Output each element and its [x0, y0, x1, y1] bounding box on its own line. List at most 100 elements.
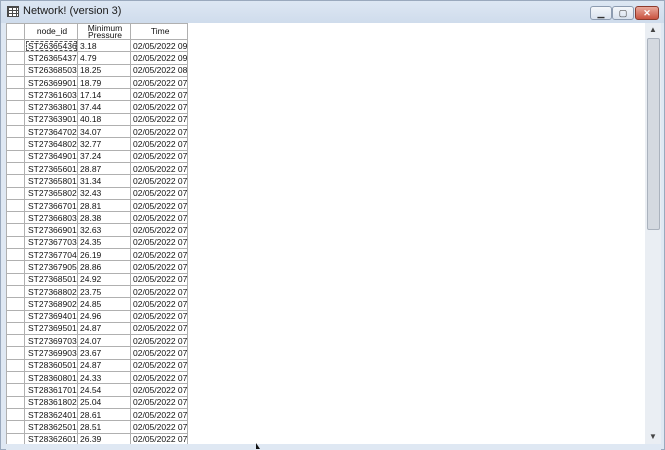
row-selector[interactable] — [6, 88, 25, 102]
close-button[interactable]: ✕ — [635, 6, 659, 20]
row-selector[interactable] — [6, 432, 25, 444]
row-selector[interactable] — [6, 235, 25, 250]
table-row[interactable]: ST28361802 25.04 02/05/2022 07 — [6, 395, 189, 409]
table-row[interactable]: ST28360501 24.87 02/05/2022 07 — [6, 358, 189, 373]
pressure-cell[interactable]: 23.67 — [77, 346, 131, 360]
time-cell[interactable]: 02/05/2022 07 — [129, 420, 189, 434]
time-cell[interactable]: 02/05/2022 07 — [129, 321, 189, 336]
row-selector[interactable] — [6, 223, 25, 237]
table-row[interactable]: ST27368902 24.85 02/05/2022 07 — [6, 297, 189, 311]
time-cell[interactable]: 02/05/2022 07 — [129, 383, 189, 397]
node-id-cell[interactable]: ST27361603 — [24, 88, 78, 102]
pressure-cell[interactable]: 26.39 — [77, 432, 131, 444]
time-cell[interactable]: 02/05/2022 07 — [129, 346, 189, 360]
row-selector[interactable] — [6, 420, 25, 434]
node-id-cell[interactable]: ST27367905 — [24, 260, 78, 274]
row-selector[interactable] — [6, 174, 25, 188]
node-id-cell[interactable]: ST26369901 — [24, 75, 78, 90]
time-cell[interactable]: 02/05/2022 07 — [129, 272, 189, 286]
pressure-cell[interactable]: 24.87 — [77, 358, 131, 373]
table-row[interactable]: ST28360801 24.33 02/05/2022 07 — [6, 371, 189, 385]
row-selector[interactable] — [6, 149, 25, 163]
pressure-cell[interactable]: 24.87 — [77, 321, 131, 336]
row-selector[interactable] — [6, 137, 25, 151]
node-id-cell[interactable]: ST27363901 — [24, 112, 78, 127]
row-selector[interactable] — [6, 211, 25, 225]
node-id-cell[interactable]: ST27363801 — [24, 100, 78, 114]
node-id-cell[interactable]: ST28362401 — [24, 407, 78, 422]
time-cell[interactable]: 02/05/2022 07 — [129, 371, 189, 385]
pressure-cell[interactable]: 28.86 — [77, 260, 131, 274]
pressure-cell[interactable]: 17.14 — [77, 88, 131, 102]
node-id-cell[interactable]: ST28362601 — [24, 432, 78, 444]
pressure-cell[interactable]: 4.79 — [77, 51, 131, 65]
row-selector[interactable] — [6, 161, 25, 176]
time-cell[interactable]: 02/05/2022 07 — [129, 186, 189, 200]
node-id-cell[interactable]: ST27366701 — [24, 198, 78, 213]
node-id-cell[interactable]: ST27365601 — [24, 161, 78, 176]
table-row[interactable]: ST27366803 28.38 02/05/2022 07 — [6, 211, 189, 225]
row-selector[interactable] — [6, 309, 25, 323]
table-row[interactable]: ST27367905 28.86 02/05/2022 07 — [6, 260, 189, 274]
node-id-cell[interactable]: ST26368503 — [24, 63, 78, 77]
row-selector[interactable] — [6, 284, 25, 299]
time-cell[interactable]: 02/05/2022 07 — [129, 161, 189, 176]
pressure-cell[interactable]: 24.33 — [77, 371, 131, 385]
row-selector[interactable] — [6, 334, 25, 348]
pressure-cell[interactable]: 32.63 — [77, 223, 131, 237]
node-id-cell[interactable]: ST28362501 — [24, 420, 78, 434]
table-row[interactable]: ST27364802 32.77 02/05/2022 07 — [6, 137, 189, 151]
node-id-cell[interactable]: ST27364802 — [24, 137, 78, 151]
pressure-cell[interactable]: 31.34 — [77, 174, 131, 188]
minimize-button[interactable]: ▁ — [590, 6, 612, 20]
node-id-cell[interactable]: ST27369703 — [24, 334, 78, 348]
node-id-cell[interactable]: ST27367703 — [24, 235, 78, 250]
pressure-cell[interactable]: 28.61 — [77, 407, 131, 422]
row-selector[interactable] — [6, 198, 25, 213]
time-cell[interactable]: 02/05/2022 09 — [129, 51, 189, 65]
scroll-down-icon[interactable]: ▼ — [645, 430, 661, 444]
row-selector[interactable] — [6, 125, 25, 139]
table-row[interactable]: ST27363901 40.18 02/05/2022 07 — [6, 112, 189, 127]
pressure-cell[interactable]: 18.25 — [77, 63, 131, 77]
time-cell[interactable]: 02/05/2022 07 — [129, 297, 189, 311]
time-cell[interactable]: 02/05/2022 07 — [129, 149, 189, 163]
table-row[interactable]: ST26365437 4.79 02/05/2022 09 — [6, 51, 189, 65]
node-id-cell[interactable]: ST27367704 — [24, 248, 78, 262]
pressure-cell[interactable]: 24.92 — [77, 272, 131, 286]
row-selector[interactable] — [6, 371, 25, 385]
table-row[interactable]: ST28362601 26.39 02/05/2022 07 — [6, 432, 189, 444]
pressure-cell[interactable]: 18.79 — [77, 75, 131, 90]
node-id-cell[interactable]: ST27369501 — [24, 321, 78, 336]
node-id-cell[interactable]: ST27365802 — [24, 186, 78, 200]
row-selector[interactable] — [6, 272, 25, 286]
pressure-cell[interactable]: 26.19 — [77, 248, 131, 262]
node-id-cell[interactable]: ST27366803 — [24, 211, 78, 225]
pressure-cell[interactable]: 34.07 — [77, 125, 131, 139]
title-bar[interactable]: Network! (version 3) ▁ ▢ ✕ — [1, 1, 664, 23]
pressure-cell[interactable]: 32.43 — [77, 186, 131, 200]
select-all-corner[interactable] — [6, 23, 25, 40]
node-id-cell[interactable]: ST28361802 — [24, 395, 78, 409]
node-id-cell[interactable]: ST27368501 — [24, 272, 78, 286]
table-row[interactable]: ST27366701 28.81 02/05/2022 07 — [6, 198, 189, 213]
pressure-cell[interactable]: 37.44 — [77, 100, 131, 114]
node-id-cell[interactable]: ST27364901 — [24, 149, 78, 163]
node-id-cell[interactable]: ST27365801 — [24, 174, 78, 188]
column-header-time[interactable]: Time — [129, 23, 189, 40]
column-header-node-id[interactable]: node_id — [24, 23, 78, 40]
table-row[interactable]: ST27368802 23.75 02/05/2022 07 — [6, 284, 189, 299]
table-row[interactable]: ST27368501 24.92 02/05/2022 07 — [6, 272, 189, 286]
time-cell[interactable]: 02/05/2022 07 — [129, 211, 189, 225]
pressure-cell[interactable]: 24.35 — [77, 235, 131, 250]
pressure-cell[interactable]: 28.38 — [77, 211, 131, 225]
time-cell[interactable]: 02/05/2022 07 — [129, 100, 189, 114]
time-cell[interactable]: 02/05/2022 07 — [129, 88, 189, 102]
time-cell[interactable]: 02/05/2022 07 — [129, 75, 189, 90]
table-row[interactable]: ST26368503 18.25 02/05/2022 08 — [6, 63, 189, 77]
row-selector[interactable] — [6, 383, 25, 397]
table-row[interactable]: ST27369401 24.96 02/05/2022 07 — [6, 309, 189, 323]
table-row[interactable]: ST27366901 32.63 02/05/2022 07 — [6, 223, 189, 237]
pressure-cell[interactable]: 23.75 — [77, 284, 131, 299]
row-selector[interactable] — [6, 395, 25, 409]
